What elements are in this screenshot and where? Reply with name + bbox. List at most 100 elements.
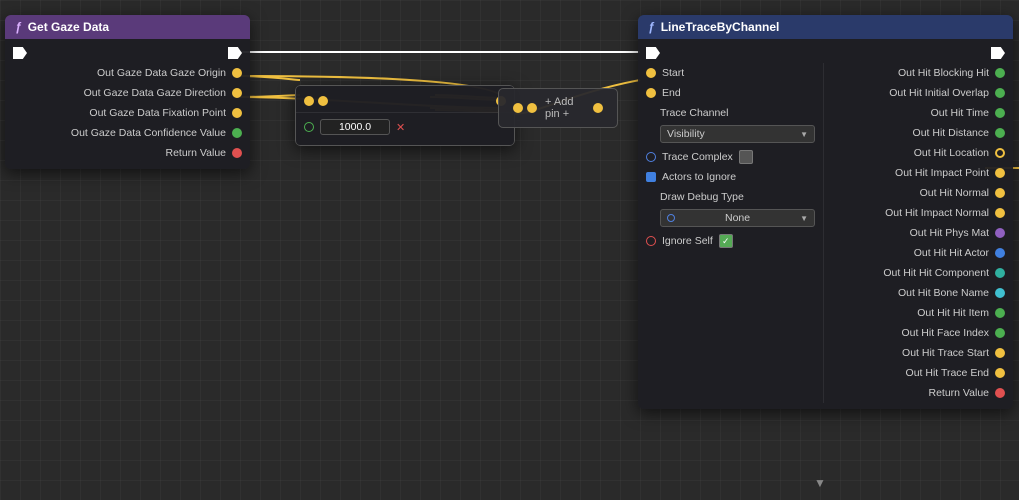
pin-row-phys-mat: Out Hit Phys Mat: [828, 223, 1013, 243]
add-pin-in1[interactable]: [513, 103, 523, 113]
pin-label-return-trace: Return Value: [928, 387, 989, 399]
pin-label-hit-time: Out Hit Time: [931, 107, 989, 119]
pin-label-draw-debug: Draw Debug Type: [660, 191, 744, 203]
pin-row-gaze-origin: Out Gaze Data Gaze Origin: [5, 63, 250, 83]
trace-columns: Start End Trace Channel Visibility ▼: [638, 63, 1013, 403]
trace-complex-pin[interactable]: [646, 152, 656, 162]
pin-label-hit-actor: Out Hit Hit Actor: [914, 247, 989, 259]
exec-in-pin[interactable]: [13, 47, 27, 59]
exec-row: [5, 45, 250, 63]
hit-time-pin[interactable]: [995, 108, 1005, 118]
pin-label-trace-complex: Trace Complex: [662, 151, 733, 163]
trace-start-pin[interactable]: [995, 348, 1005, 358]
phys-mat-pin[interactable]: [995, 228, 1005, 238]
number-input-field[interactable]: 1000.0: [320, 119, 390, 135]
trace-complex-checkbox[interactable]: [739, 150, 753, 164]
draw-debug-value: None: [725, 212, 750, 224]
add-pin-label: + Add pin +: [545, 96, 585, 120]
pin-label-phys-mat: Out Hit Phys Mat: [910, 227, 989, 239]
multiply-in1[interactable]: [304, 96, 314, 106]
pin-row-trace-channel: Trace Channel: [638, 103, 823, 123]
hit-distance-pin[interactable]: [995, 128, 1005, 138]
pin-row-fixation-point: Out Gaze Data Fixation Point: [5, 103, 250, 123]
trace-channel-dropdown-wrap: Visibility ▼: [638, 123, 823, 147]
pin-row-return-trace: Return Value: [828, 383, 1013, 403]
gaze-direction-pin[interactable]: [232, 88, 242, 98]
trace-channel-dropdown[interactable]: Visibility ▼: [660, 125, 815, 143]
pin-label-return-gaze: Return Value: [165, 147, 226, 159]
add-pin-node: + Add pin +: [498, 88, 618, 128]
return-trace-pin[interactable]: [995, 388, 1005, 398]
trace-inputs-col: Start End Trace Channel Visibility ▼: [638, 63, 824, 403]
multiply-exec: [296, 92, 514, 110]
pin-label-end: End: [662, 87, 681, 99]
hit-item-pin[interactable]: [995, 308, 1005, 318]
hit-normal-pin[interactable]: [995, 188, 1005, 198]
draw-debug-dropdown-wrap: None ▼: [638, 207, 823, 231]
pin-label-hit-location: Out Hit Location: [914, 147, 989, 159]
pin-row-hit-actor: Out Hit Hit Actor: [828, 243, 1013, 263]
pin-row-draw-debug: Draw Debug Type: [638, 187, 823, 207]
number-input-pin[interactable]: [304, 122, 314, 132]
clear-input-button[interactable]: ✕: [396, 121, 405, 134]
trace-outputs-col: Out Hit Blocking Hit Out Hit Initial Ove…: [824, 63, 1013, 403]
trace-exec-in[interactable]: [646, 47, 660, 59]
ignore-self-checkbox[interactable]: ✓: [719, 234, 733, 248]
bone-name-pin[interactable]: [995, 288, 1005, 298]
pin-row-bone-name: Out Hit Bone Name: [828, 283, 1013, 303]
pin-row-hit-time: Out Hit Time: [828, 103, 1013, 123]
return-gaze-pin[interactable]: [232, 148, 242, 158]
hit-location-pin[interactable]: [995, 148, 1005, 158]
pin-label-hit-normal: Out Hit Normal: [920, 187, 989, 199]
exec-out-pin[interactable]: [228, 47, 242, 59]
trace-end-pin[interactable]: [995, 368, 1005, 378]
pin-label-blocking-hit: Out Hit Blocking Hit: [898, 67, 989, 79]
pin-label-hit-component: Out Hit Hit Component: [883, 267, 989, 279]
pin-label-bone-name: Out Hit Bone Name: [898, 287, 989, 299]
impact-normal-pin[interactable]: [995, 208, 1005, 218]
start-pin[interactable]: [646, 68, 656, 78]
pin-row-face-index: Out Hit Face Index: [828, 323, 1013, 343]
line-trace-title: LineTraceByChannel: [661, 20, 780, 34]
impact-point-pin[interactable]: [995, 168, 1005, 178]
add-pin-out[interactable]: [593, 103, 603, 113]
hit-actor-pin[interactable]: [995, 248, 1005, 258]
pin-row-hit-distance: Out Hit Distance: [828, 123, 1013, 143]
get-gaze-data-body: Out Gaze Data Gaze Origin Out Gaze Data …: [5, 39, 250, 169]
blocking-hit-pin[interactable]: [995, 68, 1005, 78]
pin-row-impact-normal: Out Hit Impact Normal: [828, 203, 1013, 223]
initial-overlap-pin[interactable]: [995, 88, 1005, 98]
pin-label-hit-item: Out Hit Hit Item: [917, 307, 989, 319]
pin-row-trace-complex: Trace Complex: [638, 147, 823, 167]
draw-debug-dropdown[interactable]: None ▼: [660, 209, 815, 227]
pin-label-confidence: Out Gaze Data Confidence Value: [71, 127, 226, 139]
face-index-pin[interactable]: [995, 328, 1005, 338]
pin-row-return-gaze: Return Value: [5, 143, 250, 163]
pin-label-hit-distance: Out Hit Distance: [913, 127, 989, 139]
func-icon-trace: ƒ: [648, 20, 655, 34]
fixation-point-pin[interactable]: [232, 108, 242, 118]
pin-label-impact-normal: Out Hit Impact Normal: [885, 207, 989, 219]
gaze-origin-pin[interactable]: [232, 68, 242, 78]
line-trace-header: ƒ LineTraceByChannel: [638, 15, 1013, 39]
pin-row-confidence: Out Gaze Data Confidence Value: [5, 123, 250, 143]
multiply-in2[interactable]: [318, 96, 328, 106]
trace-exec-out[interactable]: [991, 47, 1005, 59]
draw-debug-pin[interactable]: [667, 214, 675, 222]
scroll-indicator: ▼: [814, 476, 826, 490]
pin-row-actors-ignore: Actors to Ignore: [638, 167, 823, 187]
ignore-self-pin[interactable]: [646, 236, 656, 246]
get-gaze-data-node: ƒ Get Gaze Data Out Gaze Data Gaze Origi…: [5, 15, 250, 169]
add-pin-in2[interactable]: [527, 103, 537, 113]
end-pin[interactable]: [646, 88, 656, 98]
pin-row-end: End: [638, 83, 823, 103]
confidence-pin[interactable]: [232, 128, 242, 138]
line-trace-node: ƒ LineTraceByChannel Start End: [638, 15, 1013, 409]
pin-row-hit-normal: Out Hit Normal: [828, 183, 1013, 203]
pin-label-fixation-point: Out Gaze Data Fixation Point: [89, 107, 226, 119]
hit-component-pin[interactable]: [995, 268, 1005, 278]
pin-row-impact-point: Out Hit Impact Point: [828, 163, 1013, 183]
pin-row-hit-location: Out Hit Location: [828, 143, 1013, 163]
actors-ignore-pin[interactable]: [646, 172, 656, 182]
pin-label-start: Start: [662, 67, 684, 79]
